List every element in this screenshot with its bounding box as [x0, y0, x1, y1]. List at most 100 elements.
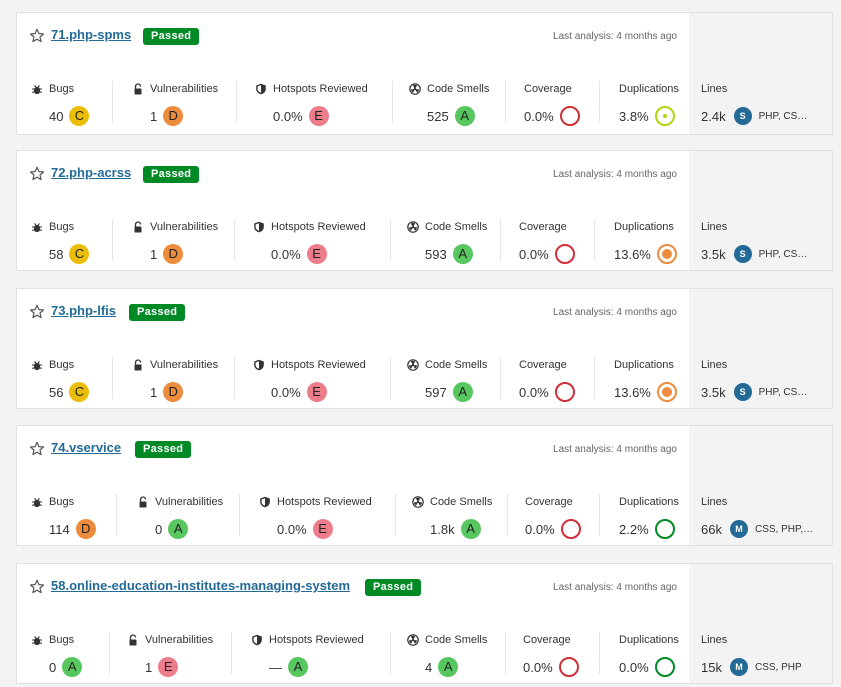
- vulnerabilities-value[interactable]: 1: [150, 385, 157, 400]
- bugs-rating[interactable]: C: [69, 244, 90, 264]
- lines-value[interactable]: 15k: [701, 660, 722, 675]
- code-smells-value[interactable]: 525: [427, 109, 449, 124]
- duplications-metric[interactable]: Duplications 13.6%: [614, 358, 677, 402]
- hotspots-value[interactable]: —: [269, 660, 282, 675]
- vulnerabilities-metric[interactable]: Vulnerabilities 1D: [132, 220, 218, 264]
- hotspots-value[interactable]: 0.0%: [271, 247, 301, 262]
- coverage-value[interactable]: 0.0%: [523, 660, 553, 675]
- vulnerabilities-value[interactable]: 1: [150, 247, 157, 262]
- vulnerabilities-rating[interactable]: D: [163, 106, 184, 126]
- lines-metric[interactable]: Lines 2.4k S PHP, CS…: [701, 82, 807, 126]
- lines-value[interactable]: 3.5k: [701, 247, 726, 262]
- bugs-value[interactable]: 0: [49, 660, 56, 675]
- lines-metric[interactable]: Lines 66k M CSS, PHP,…: [701, 495, 813, 539]
- lines-value[interactable]: 2.4k: [701, 109, 726, 124]
- coverage-metric[interactable]: Coverage 0.0%: [523, 633, 579, 677]
- hotspots-metric[interactable]: Hotspots Reviewed 0.0% E: [259, 495, 372, 539]
- vulnerabilities-metric[interactable]: Vulnerabilities 1D: [132, 82, 218, 126]
- lines-metric[interactable]: Lines 3.5k S PHP, CS…: [701, 358, 807, 402]
- hotspots-rating[interactable]: E: [308, 106, 329, 126]
- code-smells-rating[interactable]: A: [452, 244, 473, 264]
- coverage-value[interactable]: 0.0%: [525, 522, 555, 537]
- bugs-value[interactable]: 58: [49, 247, 63, 262]
- coverage-value[interactable]: 0.0%: [524, 109, 554, 124]
- code-smells-metric[interactable]: Code Smells 1.8k A: [412, 495, 492, 539]
- code-smells-value[interactable]: 593: [425, 247, 447, 262]
- bugs-metric[interactable]: Bugs 56 C: [31, 358, 90, 402]
- code-smells-rating[interactable]: A: [438, 657, 459, 677]
- project-name-link[interactable]: 58.online-education-institutes-managing-…: [51, 578, 350, 593]
- project-name-link[interactable]: 71.php-spms: [51, 27, 131, 42]
- hotspots-metric[interactable]: Hotspots Reviewed 0.0% E: [253, 220, 366, 264]
- duplications-value[interactable]: 0.0%: [619, 660, 649, 675]
- code-smells-value[interactable]: 1.8k: [430, 522, 455, 537]
- star-icon[interactable]: [29, 28, 45, 44]
- coverage-value[interactable]: 0.0%: [519, 385, 549, 400]
- bugs-rating[interactable]: C: [69, 382, 90, 402]
- hotspots-rating[interactable]: E: [306, 244, 327, 264]
- hotspots-rating[interactable]: A: [288, 657, 308, 677]
- hotspots-metric[interactable]: Hotspots Reviewed — A: [251, 633, 364, 677]
- vulnerabilities-value[interactable]: 0: [155, 522, 162, 537]
- hotspots-metric[interactable]: Hotspots Reviewed 0.0% E: [253, 358, 366, 402]
- hotspots-value[interactable]: 0.0%: [273, 109, 303, 124]
- project-name-link[interactable]: 73.php-lfis: [51, 303, 116, 318]
- project-name-link[interactable]: 72.php-acrss: [51, 165, 131, 180]
- code-smells-rating[interactable]: A: [454, 106, 475, 126]
- bugs-metric[interactable]: Bugs 0A: [31, 633, 83, 677]
- star-icon[interactable]: [29, 579, 45, 595]
- vulnerabilities-value[interactable]: 1: [150, 109, 157, 124]
- duplications-metric[interactable]: Duplications 3.8%: [619, 82, 679, 126]
- coverage-metric[interactable]: Coverage 0.0%: [519, 220, 575, 264]
- code-smells-metric[interactable]: Code Smells 4A: [407, 633, 487, 677]
- bugs-metric[interactable]: Bugs 40 C: [31, 82, 90, 126]
- star-icon[interactable]: [29, 166, 45, 182]
- vulnerabilities-metric[interactable]: Vulnerabilities 1E: [127, 633, 213, 677]
- code-smells-rating[interactable]: A: [460, 519, 481, 539]
- star-icon[interactable]: [29, 304, 45, 320]
- project-name-link[interactable]: 74.vservice: [51, 440, 121, 455]
- bugs-value[interactable]: 114: [49, 522, 70, 537]
- code-smells-metric[interactable]: Code Smells 593 A: [407, 220, 487, 264]
- hotspots-rating[interactable]: E: [312, 519, 333, 539]
- bugs-metric[interactable]: Bugs 58 C: [31, 220, 90, 264]
- coverage-metric[interactable]: Coverage 0.0%: [525, 495, 581, 539]
- vulnerabilities-rating[interactable]: E: [158, 657, 179, 677]
- code-smells-value[interactable]: 4: [425, 660, 432, 675]
- duplications-metric[interactable]: Duplications 13.6%: [614, 220, 677, 264]
- vulnerabilities-metric[interactable]: Vulnerabilities 1D: [132, 358, 218, 402]
- vulnerabilities-rating[interactable]: D: [163, 382, 184, 402]
- duplications-value[interactable]: 13.6%: [614, 247, 651, 262]
- code-smells-value[interactable]: 597: [425, 385, 447, 400]
- duplications-metric[interactable]: Duplications 0.0%: [619, 633, 679, 677]
- code-smells-rating[interactable]: A: [452, 382, 473, 402]
- bugs-value[interactable]: 40: [49, 109, 63, 124]
- hotspots-value[interactable]: 0.0%: [277, 522, 307, 537]
- bugs-value[interactable]: 56: [49, 385, 63, 400]
- code-smells-metric[interactable]: Code Smells 597 A: [407, 358, 487, 402]
- lines-value[interactable]: 66k: [701, 522, 722, 537]
- bugs-rating[interactable]: D: [75, 519, 96, 539]
- code-smells-metric[interactable]: Code Smells 525 A: [409, 82, 489, 126]
- coverage-value[interactable]: 0.0%: [519, 247, 549, 262]
- bugs-rating[interactable]: C: [69, 106, 90, 126]
- vulnerabilities-rating[interactable]: D: [163, 244, 184, 264]
- coverage-metric[interactable]: Coverage 0.0%: [519, 358, 575, 402]
- vulnerabilities-rating[interactable]: A: [168, 519, 189, 539]
- duplications-value[interactable]: 13.6%: [614, 385, 651, 400]
- lines-metric[interactable]: Lines 3.5k S PHP, CS…: [701, 220, 807, 264]
- bugs-rating[interactable]: A: [62, 657, 83, 677]
- hotspots-rating[interactable]: E: [306, 382, 327, 402]
- coverage-metric[interactable]: Coverage 0.0%: [524, 82, 580, 126]
- bugs-metric[interactable]: Bugs 114 D: [31, 495, 96, 539]
- duplications-metric[interactable]: Duplications 2.2%: [619, 495, 679, 539]
- vulnerabilities-value[interactable]: 1: [145, 660, 152, 675]
- hotspots-value[interactable]: 0.0%: [271, 385, 301, 400]
- lines-metric[interactable]: Lines 15k M CSS, PHP: [701, 633, 802, 677]
- duplications-value[interactable]: 2.2%: [619, 522, 649, 537]
- lines-value[interactable]: 3.5k: [701, 385, 726, 400]
- hotspots-metric[interactable]: Hotspots Reviewed 0.0% E: [255, 82, 368, 126]
- vulnerabilities-metric[interactable]: Vulnerabilities 0A: [137, 495, 223, 539]
- star-icon[interactable]: [29, 441, 45, 457]
- duplications-value[interactable]: 3.8%: [619, 109, 649, 124]
